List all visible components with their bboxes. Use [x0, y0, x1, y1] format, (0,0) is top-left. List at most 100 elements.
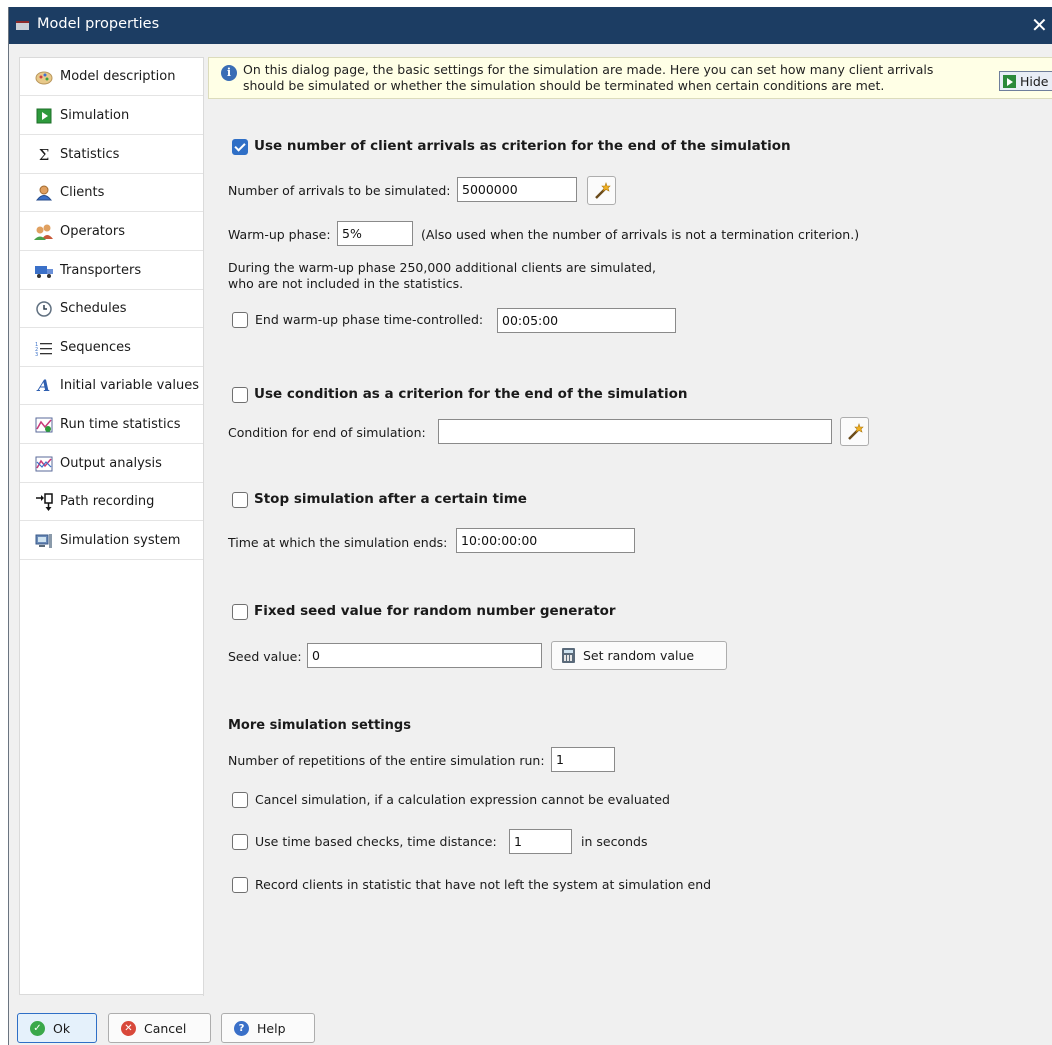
- seed-value-input[interactable]: [307, 643, 542, 668]
- warmup-info-line1: During the warm-up phase 250,000 additio…: [228, 260, 656, 275]
- warmup-note: (Also used when the number of arrivals i…: [421, 227, 860, 242]
- variable-icon: A: [37, 376, 51, 395]
- sidebar-item-label: Transporters: [60, 263, 142, 278]
- sidebar-item-simulation-system[interactable]: Simulation system: [20, 522, 205, 560]
- hide-play-icon: [1003, 74, 1016, 88]
- sidebar-item-label: Initial variable values: [60, 378, 199, 393]
- sidebar-item-clients[interactable]: Clients: [20, 174, 205, 212]
- sidebar-item-label: Sequences: [60, 340, 131, 355]
- stop-after-time-label: Stop simulation after a certain time: [254, 491, 527, 507]
- info-text-line: should be simulated or whether the simul…: [243, 78, 885, 93]
- more-settings-heading: More simulation settings: [228, 718, 411, 733]
- model-description-icon: [34, 68, 54, 86]
- model-properties-dialog: Model properties ✕ Model description Sim…: [8, 7, 1052, 1045]
- sidebar: Model description Simulation Σ Statistic…: [19, 57, 205, 995]
- sidebar-item-output-analysis[interactable]: Output analysis: [20, 445, 205, 483]
- arrivals-count-input[interactable]: [457, 177, 577, 202]
- sidebar-item-schedules[interactable]: Schedules: [20, 290, 205, 328]
- seed-value-label: Seed value:: [228, 649, 302, 664]
- end-warmup-checkbox[interactable]: [232, 312, 248, 328]
- fixed-seed-checkbox[interactable]: [232, 604, 248, 620]
- time-based-checks-label: Use time based checks, time distance:: [255, 834, 497, 849]
- end-warmup-input[interactable]: [497, 308, 676, 333]
- help-label: Help: [257, 1020, 286, 1036]
- sidebar-item-simulation[interactable]: Simulation: [20, 97, 205, 135]
- sidebar-item-path-recording[interactable]: Path recording: [20, 483, 205, 521]
- arrivals-count-label: Number of arrivals to be simulated:: [228, 183, 451, 198]
- cancel-button[interactable]: ✕ Cancel: [108, 1013, 211, 1043]
- sidebar-item-sequences[interactable]: 123 Sequences: [20, 329, 205, 367]
- simulation-system-icon: [34, 532, 54, 550]
- schedules-icon: [34, 300, 54, 318]
- help-icon: ?: [234, 1020, 249, 1036]
- info-bar: i On this dialog page, the basic setting…: [208, 57, 1052, 99]
- magic-wand-icon: [594, 181, 611, 199]
- cancel-on-error-checkbox[interactable]: [232, 792, 248, 808]
- sidebar-item-label: Simulation system: [60, 533, 181, 548]
- cancel-label: Cancel: [144, 1020, 187, 1036]
- sequences-icon: 123: [34, 339, 54, 357]
- clients-icon: [34, 184, 54, 202]
- close-icon[interactable]: ✕: [1031, 7, 1052, 44]
- repetitions-label: Number of repetitions of the entire simu…: [228, 753, 545, 768]
- use-condition-checkbox[interactable]: [232, 387, 248, 403]
- sidebar-item-label: Simulation: [60, 108, 130, 123]
- sidebar-item-label: Path recording: [60, 494, 155, 509]
- runtime-chart-icon: [34, 416, 54, 434]
- end-warmup-label: End warm-up phase time-controlled:: [255, 312, 484, 327]
- record-clients-checkbox[interactable]: [232, 877, 248, 893]
- cancel-x-icon: ✕: [121, 1020, 136, 1036]
- cancel-on-error-label: Cancel simulation, if a calculation expr…: [255, 792, 670, 807]
- transporters-icon: [34, 262, 54, 280]
- condition-label: Condition for end of simulation:: [228, 425, 426, 440]
- sidebar-item-label: Operators: [60, 224, 125, 239]
- help-button[interactable]: ? Help: [221, 1013, 315, 1043]
- hide-button-label: Hide: [1020, 73, 1049, 89]
- condition-wizard-button[interactable]: [840, 417, 869, 446]
- sidebar-item-label: Output analysis: [60, 456, 162, 471]
- title-bar: Model properties ✕: [9, 7, 1052, 44]
- sidebar-item-initial-variable-values[interactable]: A Initial variable values: [20, 367, 205, 405]
- time-distance-unit: in seconds: [581, 834, 648, 849]
- operators-icon: [34, 223, 54, 241]
- time-distance-input[interactable]: [509, 829, 572, 854]
- end-time-input[interactable]: [456, 528, 635, 553]
- sidebar-item-label: Schedules: [60, 301, 127, 316]
- use-arrivals-checkbox[interactable]: [232, 139, 248, 155]
- use-condition-label: Use condition as a criterion for the end…: [254, 386, 688, 402]
- sidebar-item-label: Statistics: [60, 147, 120, 162]
- check-icon: ✓: [30, 1020, 45, 1036]
- simulation-icon: [34, 107, 54, 125]
- info-text-line: On this dialog page, the basic settings …: [243, 62, 934, 77]
- time-based-checks-checkbox[interactable]: [232, 834, 248, 850]
- record-clients-label: Record clients in statistic that have no…: [255, 877, 712, 892]
- path-recording-icon: [34, 492, 54, 511]
- sigma-icon: Σ: [38, 145, 50, 164]
- stop-after-time-checkbox[interactable]: [232, 492, 248, 508]
- sidebar-item-label: Clients: [60, 185, 105, 200]
- calculator-icon: [562, 648, 575, 663]
- hide-button[interactable]: Hide: [999, 71, 1052, 91]
- sidebar-item-operators[interactable]: Operators: [20, 213, 205, 251]
- use-arrivals-label: Use number of client arrivals as criteri…: [254, 138, 791, 154]
- end-time-label: Time at which the simulation ends:: [228, 535, 448, 550]
- magic-wand-icon: [847, 422, 864, 440]
- ok-button[interactable]: ✓ Ok: [17, 1013, 97, 1043]
- sidebar-item-label: Model description: [60, 69, 176, 84]
- sidebar-item-transporters[interactable]: Transporters: [20, 252, 205, 290]
- arrivals-wizard-button[interactable]: [587, 176, 616, 205]
- window-title: Model properties: [37, 16, 160, 32]
- sidebar-item-run-time-statistics[interactable]: Run time statistics: [20, 406, 205, 444]
- repetitions-input[interactable]: [551, 747, 615, 772]
- ok-label: Ok: [53, 1020, 71, 1036]
- warmup-input[interactable]: [337, 221, 413, 246]
- app-icon: [16, 21, 29, 30]
- sidebar-item-statistics[interactable]: Σ Statistics: [20, 136, 205, 174]
- condition-input[interactable]: [438, 419, 832, 444]
- warmup-info-line2: who are not included in the statistics.: [228, 276, 464, 291]
- sidebar-item-model-description[interactable]: Model description: [20, 58, 205, 96]
- fixed-seed-label: Fixed seed value for random number gener…: [254, 603, 616, 619]
- set-random-value-button[interactable]: Set random value: [551, 641, 727, 670]
- output-chart-icon: [34, 455, 54, 473]
- svg-text:3: 3: [35, 352, 38, 356]
